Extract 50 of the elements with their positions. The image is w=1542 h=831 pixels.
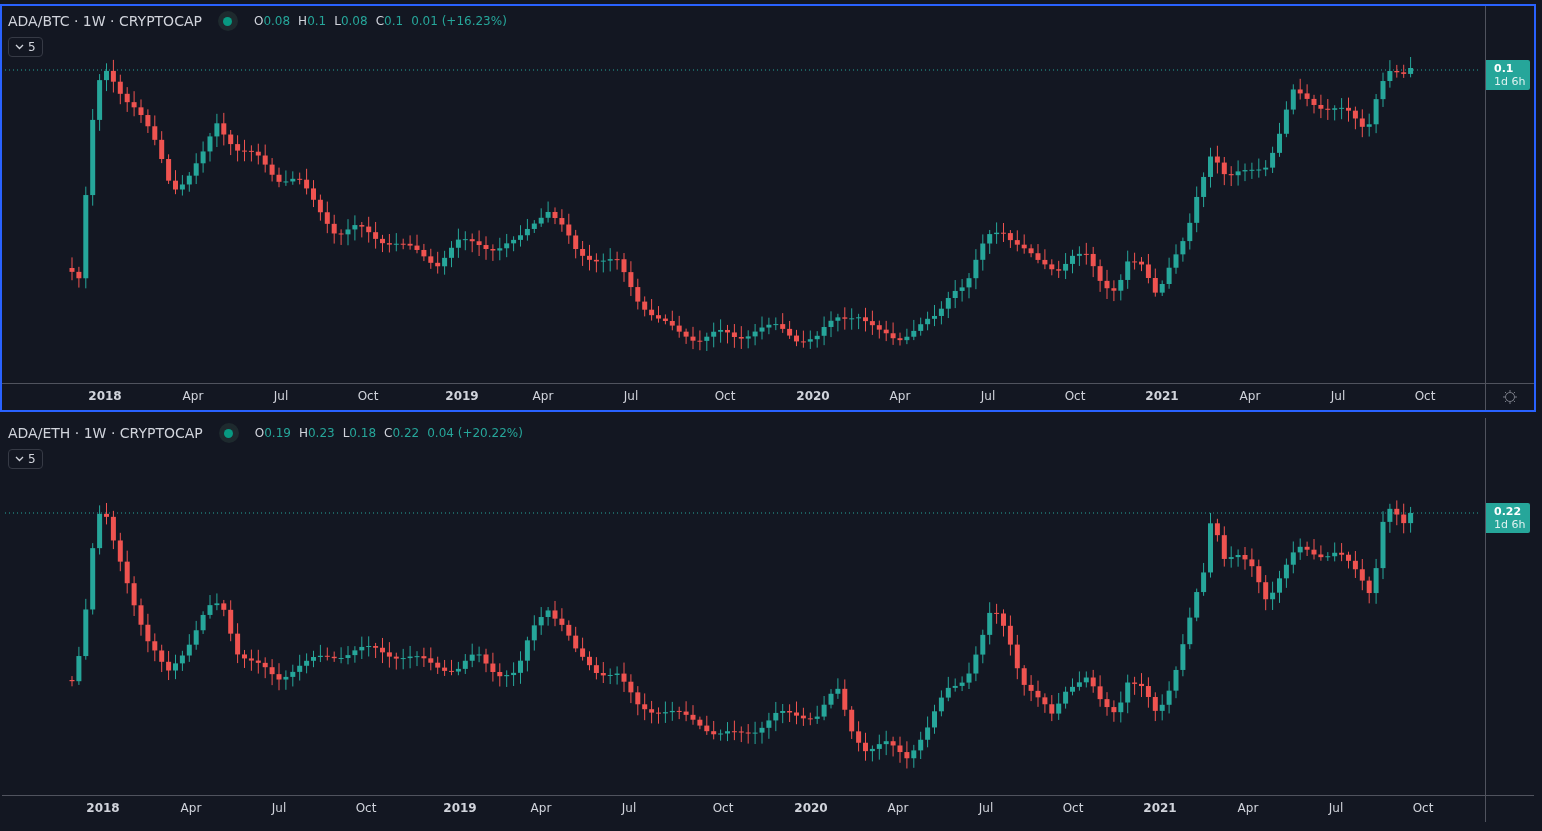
price-change: 0.01 (+16.23%) xyxy=(411,14,507,28)
time-axis-label: Oct xyxy=(1414,389,1436,403)
ohlc-value: O0.19 xyxy=(254,426,291,440)
time-axis-label: 2019 xyxy=(443,801,477,815)
time-axis-label: 2020 xyxy=(796,389,830,403)
chart-pane[interactable]: ADA/ETH · 1W · CRYPTOCAP O0.19 H0.23 L0.18 C0.22 0.04 (+20.22%) 5 0.22 1d 6h 2018 Apr Jul Oct 2019 Apr Jul Oct 2020 Apr Jul Oct 2021 Apr Jul Oct xyxy=(0,416,1536,824)
time-axis-label: Oct xyxy=(1412,801,1434,815)
ohlc-value: C0.1 xyxy=(375,14,404,28)
time-axis-label: Apr xyxy=(889,389,911,403)
time-axis-label: Oct xyxy=(357,389,379,403)
ohlc-value: L0.08 xyxy=(334,14,368,28)
price-change: 0.04 (+20.22%) xyxy=(427,426,523,440)
ohlc-value: H0.23 xyxy=(298,426,335,440)
time-axis-label: Jul xyxy=(980,389,996,403)
time-axis-label: Apr xyxy=(1239,389,1261,403)
ohlc-value: L0.18 xyxy=(342,426,377,440)
last-price-label: 0.1 1d 6h xyxy=(1486,60,1530,90)
ohlc-value: O0.08 xyxy=(253,14,291,28)
time-axis-label: 2018 xyxy=(88,389,122,403)
time-axis-label: Jul xyxy=(271,801,287,815)
time-axis-label: Jul xyxy=(623,389,639,403)
ohlc-value: C0.22 xyxy=(384,426,420,440)
indicators-toggle-button[interactable]: 5 xyxy=(8,449,43,469)
time-axis-label: Jul xyxy=(1328,801,1344,815)
time-axis-label: Oct xyxy=(712,801,734,815)
time-axis-label: Jul xyxy=(621,801,637,815)
symbol-title[interactable]: ADA/ETH · 1W · CRYPTOCAP xyxy=(8,425,203,441)
time-axis-label: Oct xyxy=(1064,389,1086,403)
time-axis-label: Apr xyxy=(530,801,552,815)
time-axis-label: Oct xyxy=(714,389,736,403)
indicators-toggle-button[interactable]: 5 xyxy=(8,37,43,57)
time-axis-label: Apr xyxy=(887,801,909,815)
time-axis-label: 2020 xyxy=(794,801,828,815)
time-axis-label: Oct xyxy=(355,801,377,815)
chart-pane[interactable]: ADA/BTC · 1W · CRYPTOCAP O0.08 H0.1 L0.08 C0.1 0.01 (+16.23%) 5 0.1 1d 6h 2018 Apr Jul Oct 2019 Apr Jul Oct 2020 Apr Jul Oct 2021 Apr Jul Oct xyxy=(0,4,1536,412)
time-axis-label: 2021 xyxy=(1143,801,1177,815)
time-axis-label: 2018 xyxy=(86,801,120,815)
ohlc-value: H0.1 xyxy=(298,14,327,28)
time-axis-label: Oct xyxy=(1062,801,1084,815)
symbol-title[interactable]: ADA/BTC · 1W · CRYPTOCAP xyxy=(8,13,202,29)
time-axis-label: Apr xyxy=(1237,801,1259,815)
time-axis-label: Apr xyxy=(182,389,204,403)
time-axis-label: 2021 xyxy=(1145,389,1179,403)
time-axis-label: Apr xyxy=(532,389,554,403)
time-axis-label: 2019 xyxy=(445,389,479,403)
last-price-label: 0.22 1d 6h xyxy=(1486,503,1530,533)
time-axis-label: Jul xyxy=(273,389,289,403)
time-axis-label: Jul xyxy=(1330,389,1346,403)
time-axis-label: Apr xyxy=(180,801,202,815)
time-axis-label: Jul xyxy=(978,801,994,815)
